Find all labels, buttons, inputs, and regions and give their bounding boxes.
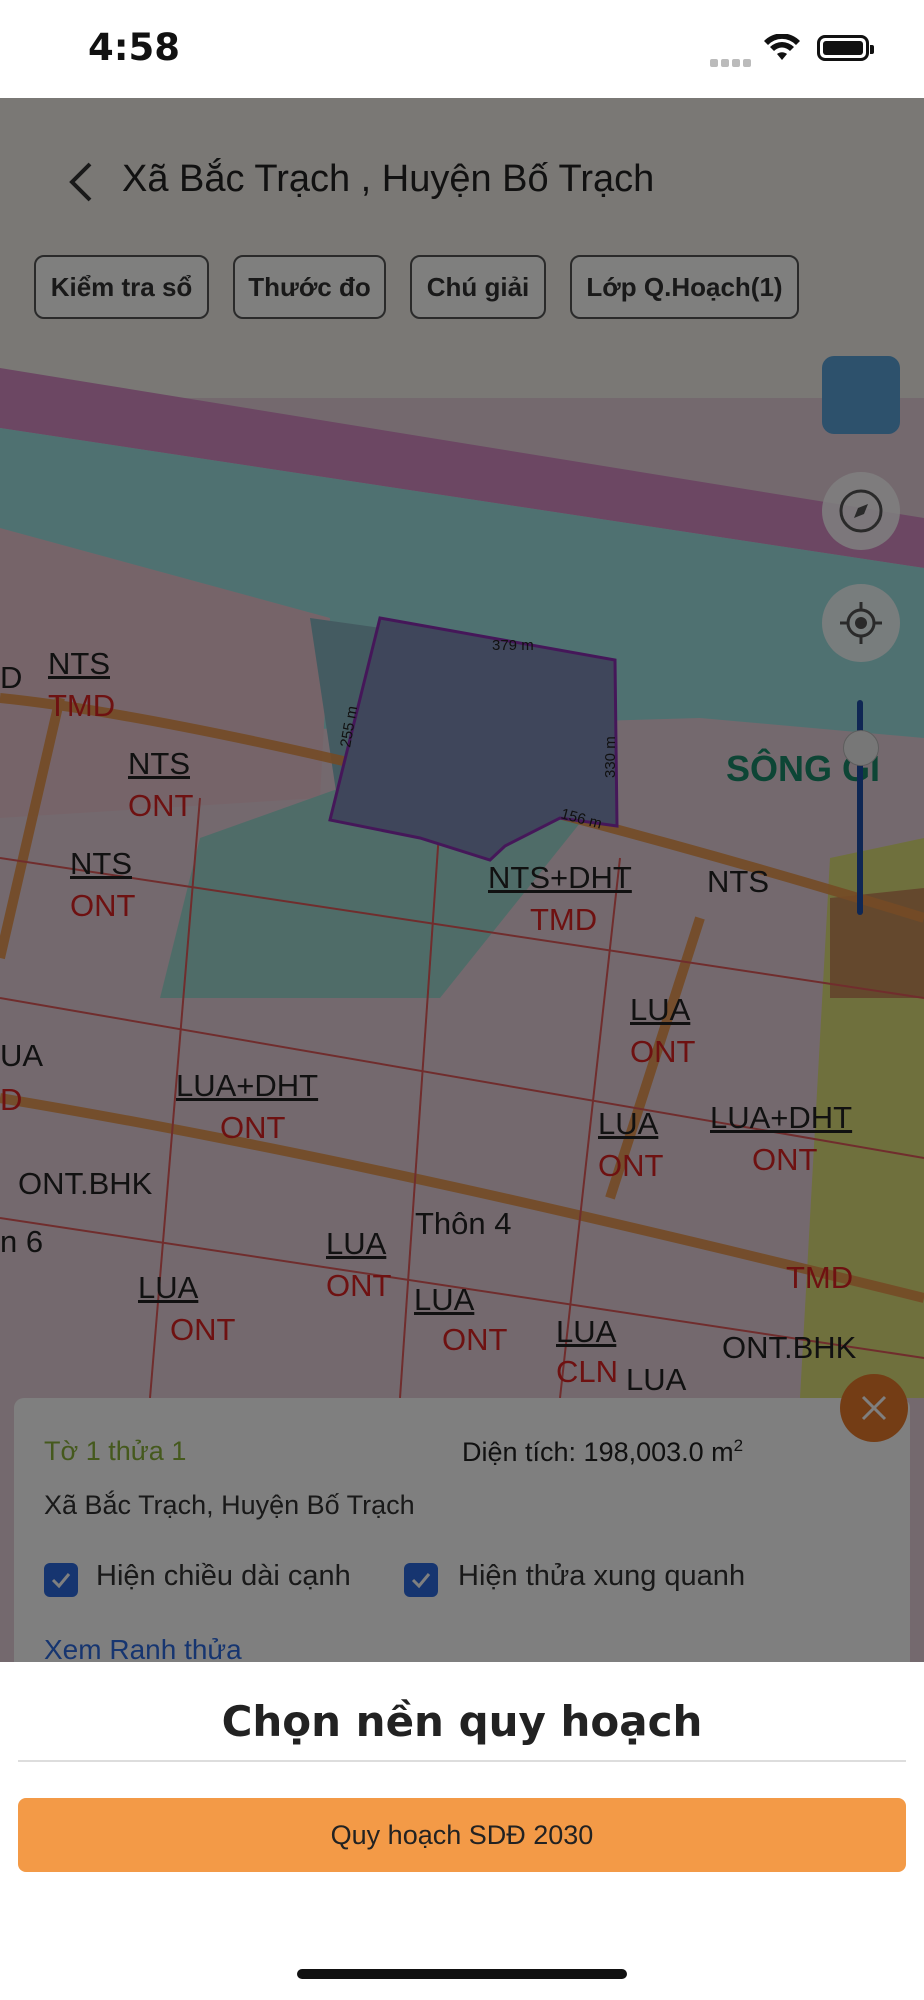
battery-icon <box>817 35 874 61</box>
divider <box>18 1760 906 1762</box>
status-time: 4:58 <box>88 26 181 69</box>
planning-option-button[interactable]: Quy hoạch SDĐ 2030 <box>18 1798 906 1872</box>
modal-backdrop[interactable] <box>0 98 924 1662</box>
signal-icon <box>710 54 754 72</box>
sheet-title: Chọn nền quy hoạch <box>221 1697 703 1746</box>
status-bar: 4:58 <box>0 0 924 98</box>
planning-base-sheet: Chọn nền quy hoạch Quy hoạch SDĐ 2030 <box>0 1662 924 2000</box>
home-indicator[interactable] <box>297 1969 627 1979</box>
wifi-icon <box>764 34 800 60</box>
